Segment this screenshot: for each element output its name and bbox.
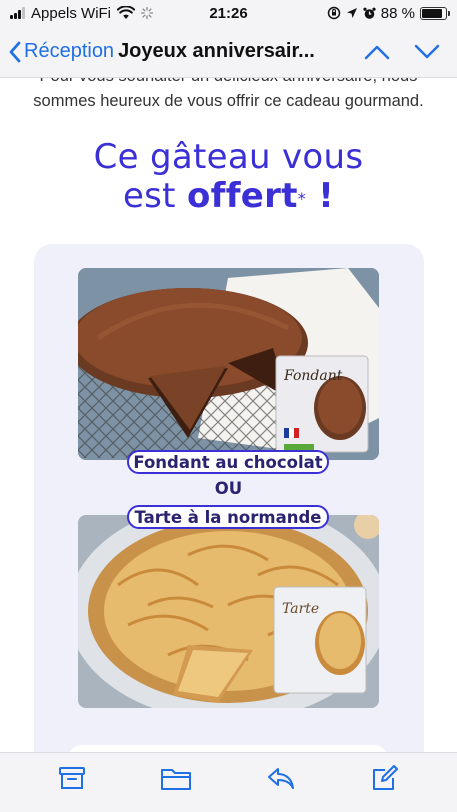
battery-icon (420, 6, 450, 20)
status-time: 21:26 (209, 4, 248, 22)
headline-line-2: est offert* ! (0, 177, 457, 216)
back-button[interactable]: Réception (8, 40, 114, 64)
wifi-icon (117, 6, 136, 19)
chevron-up-icon (364, 45, 390, 59)
next-message-button[interactable] (409, 34, 445, 70)
email-subject-title: Joyeux anniversair... (118, 40, 315, 62)
tarte-box-label: Tarte (282, 601, 319, 617)
carrier-label: Appels WiFi (31, 4, 112, 22)
orientation-lock-icon (327, 6, 341, 20)
offer-headline: Ce gâteau vous est offert* ! (0, 138, 457, 216)
intro-line-1: Pour vous souhaiter un délicieux anniver… (0, 78, 457, 89)
headline-exclaim: ! (306, 176, 335, 216)
status-right: 88 % (277, 4, 450, 22)
archive-button[interactable] (50, 756, 94, 800)
option-fondant-label[interactable]: Fondant au chocolat (133, 453, 322, 472)
headline-asterisk: * (297, 189, 307, 208)
message-navigation (359, 34, 449, 70)
location-icon (346, 8, 357, 18)
headline-est: est (122, 176, 187, 216)
navigation-bar: Réception Joyeux anniversair... (0, 26, 457, 78)
alarm-icon (363, 7, 376, 19)
intro-line-2: sommes heureux de vous offrir ce cadeau … (33, 92, 424, 110)
intro-text: Pour vous souhaiter un délicieux anniver… (0, 78, 457, 114)
bottom-card (68, 745, 388, 752)
chevron-down-icon (414, 44, 440, 58)
option-tarte-button[interactable]: Tarte à la normande (127, 505, 329, 529)
mail-toolbar (0, 752, 457, 812)
or-label: OU (214, 479, 243, 498)
loading-spinner-icon (141, 7, 154, 19)
fondant-box-label: Fondant (283, 368, 343, 384)
headline-line-1: Ce gâteau vous (93, 137, 364, 177)
battery-percent: 88 % (380, 4, 415, 22)
email-body[interactable]: Pour vous souhaiter un délicieux anniver… (0, 78, 457, 752)
folder-icon (161, 768, 192, 790)
chevron-left-icon (9, 41, 21, 62)
headline-offert: offert (186, 176, 298, 216)
option-fondant-button[interactable]: Fondant au chocolat (127, 450, 329, 474)
archive-icon (59, 766, 86, 789)
tarte-normande-image[interactable]: Tarte (78, 515, 379, 708)
back-label[interactable]: Réception (24, 40, 114, 63)
move-folder-button[interactable] (154, 756, 198, 800)
compose-button[interactable] (363, 756, 407, 800)
previous-message-button[interactable] (359, 34, 395, 70)
status-bar: Appels WiFi 21:26 88 % (0, 0, 457, 26)
fondant-chocolat-image[interactable]: Fondant (78, 268, 379, 460)
option-tarte-label[interactable]: Tarte à la normande (135, 508, 322, 527)
compose-icon (372, 764, 398, 790)
status-left: Appels WiFi (10, 5, 180, 22)
reply-icon (267, 767, 294, 789)
reply-button[interactable] (259, 756, 303, 800)
signal-icon (10, 7, 25, 19)
